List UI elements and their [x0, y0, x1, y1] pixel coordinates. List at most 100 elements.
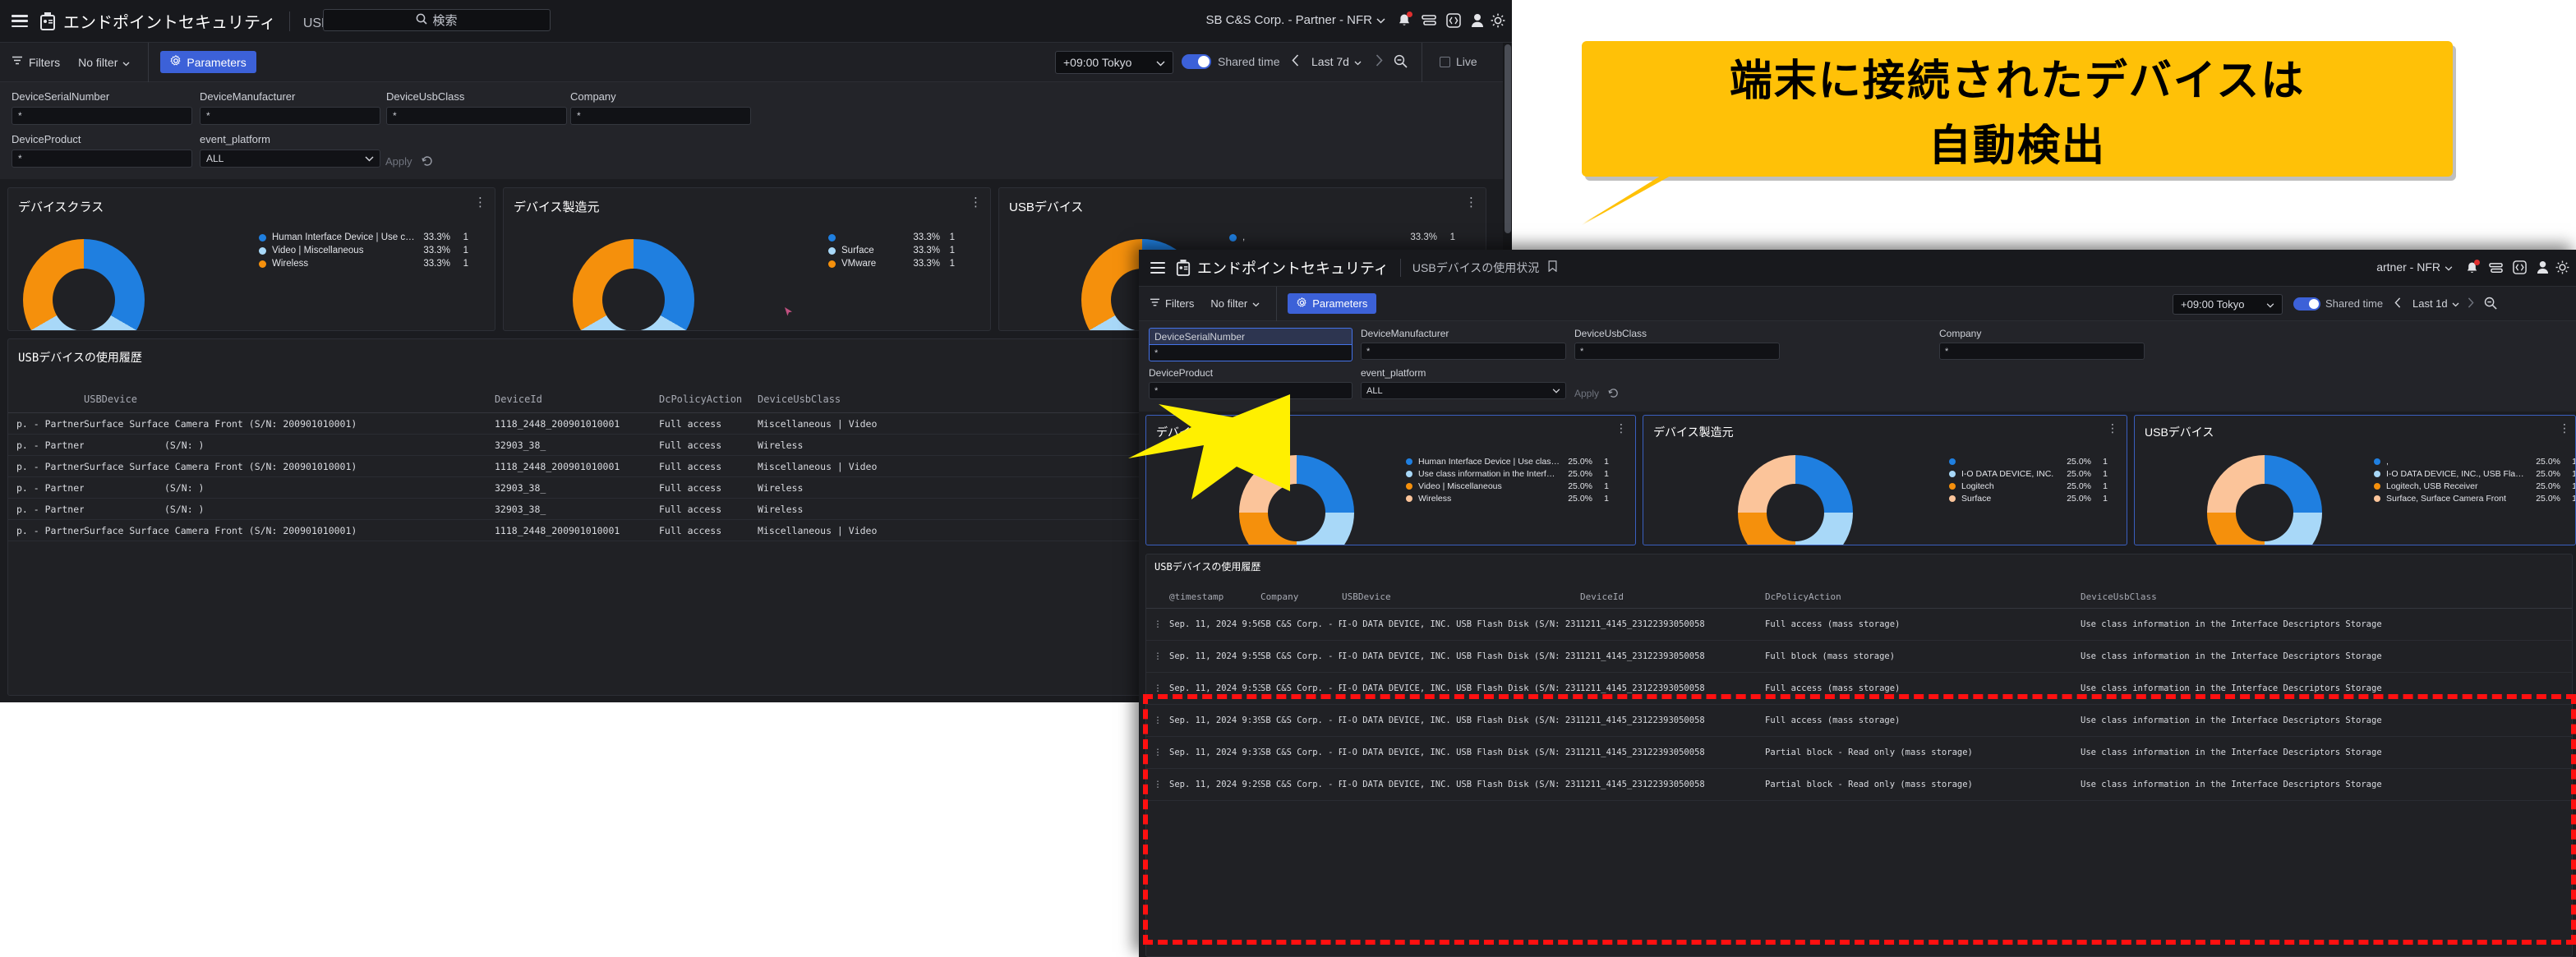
param-input[interactable]: * [1149, 344, 1353, 361]
column-header-timestamp[interactable]: @timestamp [1146, 591, 1260, 602]
timezone-select[interactable]: +09:00 Tokyo [1055, 51, 1173, 74]
table-row[interactable]: ⋮ Sep. 11, 2024 9:55:17.160 SB C&S Corp.… [1146, 641, 2572, 673]
row-menu-icon[interactable]: ⋮ [1146, 780, 1169, 789]
reset-icon[interactable] [1608, 388, 1620, 403]
hamburger-icon[interactable] [12, 15, 28, 27]
filter-icon[interactable] [1150, 297, 1160, 311]
bookmark-icon[interactable] [1548, 260, 1557, 276]
notifications-bell-icon[interactable] [2465, 260, 2480, 276]
legend-item[interactable]: Logitech 25.0% 1 [1949, 480, 2126, 492]
param-select[interactable]: ALL [200, 150, 380, 168]
param-input[interactable]: * [570, 107, 751, 125]
filter-icon[interactable] [12, 55, 23, 70]
donut-chart[interactable] [2207, 455, 2322, 545]
hamburger-icon[interactable] [1150, 262, 1165, 274]
prev-range-button[interactable] [2394, 297, 2401, 312]
column-header-usbdevice[interactable]: USBDevice [1342, 591, 1580, 602]
table-row[interactable]: ⋮ Sep. 11, 2024 9:56:47.930 SB C&S Corp.… [1146, 609, 2572, 641]
donut-chart[interactable] [23, 239, 145, 330]
param-input[interactable]: * [12, 150, 192, 168]
legend-item[interactable]: , 25.0% 1 [2374, 455, 2575, 467]
param-input[interactable]: * [386, 107, 567, 125]
table-row[interactable]: ⋮ Sep. 11, 2024 9:39:08.136 SB C&S Corp.… [1146, 705, 2572, 737]
legend-item[interactable]: Use class information in the Interface D… [1406, 467, 1632, 480]
user-icon[interactable] [1471, 13, 1484, 28]
account-switcher[interactable]: SB C&S Corp. - Partner - NFR [1205, 13, 1385, 27]
column-header-dcpolicyaction[interactable]: DcPolicyAction [1765, 591, 2081, 602]
legend-item[interactable]: I-O DATA DEVICE, INC. 25.0% 1 [1949, 467, 2126, 480]
reset-icon[interactable] [422, 155, 434, 171]
scrollbar-thumb[interactable] [1504, 44, 1511, 233]
column-header-deviceusbclass[interactable]: DeviceUsbClass [2081, 591, 2393, 602]
notifications-bell-icon[interactable] [1397, 12, 1412, 29]
parameters-button[interactable]: Parameters [160, 51, 256, 73]
row-menu-icon[interactable]: ⋮ [1146, 683, 1169, 693]
live-checkbox[interactable]: Live [1440, 55, 1477, 68]
legend-item[interactable]: VMware 33.3% 1 [828, 257, 984, 270]
column-header-usbdevice[interactable]: USBDevice [84, 393, 495, 405]
sun-icon[interactable] [2555, 260, 2569, 274]
kebab-menu-icon[interactable]: ⋮ [2559, 422, 2570, 434]
code-icon[interactable] [2513, 260, 2527, 274]
legend-item[interactable]: Human Interface Device | Use class infor… [259, 231, 489, 244]
param-input[interactable]: * [12, 107, 192, 125]
legend-item[interactable]: Human Interface Device | Use class infor… [1406, 455, 1632, 467]
legend-item[interactable]: I-O DATA DEVICE, INC., USB Flash Disk 25… [2374, 467, 2575, 480]
time-range-dropdown[interactable]: Last 7d [1311, 55, 1362, 68]
user-icon[interactable] [2537, 260, 2549, 274]
param-input[interactable]: * [200, 107, 380, 125]
legend-item[interactable]: Surface 33.3% 1 [828, 244, 984, 257]
dashboard-name[interactable]: USBデバイスの使用状況 [1412, 260, 1539, 276]
column-header-deviceid[interactable]: DeviceId [495, 393, 659, 405]
sun-icon[interactable] [1491, 13, 1505, 28]
timezone-select[interactable]: +09:00 Tokyo [2173, 294, 2283, 315]
legend-item[interactable]: Logitech, USB Receiver 25.0% 1 [2374, 480, 2575, 492]
no-filter-dropdown[interactable]: No filter [78, 56, 130, 69]
list-icon[interactable] [1422, 13, 1436, 28]
next-range-button[interactable] [1376, 54, 1383, 71]
time-range-dropdown[interactable]: Last 1d [2412, 297, 2459, 310]
zoom-out-icon[interactable] [2484, 297, 2497, 314]
shared-time-toggle[interactable] [1182, 54, 1211, 69]
donut-chart[interactable] [1738, 455, 1853, 545]
legend-item[interactable]: Wireless 33.3% 1 [259, 257, 489, 270]
account-switcher[interactable]: artner - NFR [2376, 260, 2453, 274]
param-input[interactable]: * [1361, 343, 1566, 360]
legend-item[interactable]: Surface 25.0% 1 [1949, 492, 2126, 504]
row-menu-icon[interactable]: ⋮ [1146, 619, 1169, 629]
parameters-button[interactable]: Parameters [1288, 293, 1377, 314]
code-icon[interactable] [1446, 13, 1461, 28]
param-select[interactable]: ALL [1361, 382, 1566, 399]
prev-range-button[interactable] [1292, 54, 1299, 71]
row-menu-icon[interactable]: ⋮ [1146, 748, 1169, 757]
list-icon[interactable] [2489, 261, 2503, 274]
next-range-button[interactable] [2468, 297, 2474, 312]
donut-chart[interactable] [573, 239, 694, 330]
legend-item[interactable]: 33.3% 1 [828, 231, 984, 244]
legend-item[interactable]: , 33.3% 1 [1229, 231, 1476, 244]
legend-item[interactable]: 25.0% 1 [1949, 455, 2126, 467]
table-row[interactable]: ⋮ Sep. 11, 2024 9:29:50.934 SB C&S Corp.… [1146, 769, 2572, 801]
legend-item[interactable]: Video | Miscellaneous 25.0% 1 [1406, 480, 1632, 492]
kebab-menu-icon[interactable]: ⋮ [2107, 422, 2118, 434]
shared-time-toggle[interactable] [2293, 297, 2320, 311]
column-header-dcpolicyaction[interactable]: DcPolicyAction [659, 393, 758, 405]
table-row[interactable]: ⋮ Sep. 11, 2024 9:53:19.903 SB C&S Corp.… [1146, 673, 2572, 705]
filters-label[interactable]: Filters [29, 56, 60, 69]
legend-item[interactable]: Surface, Surface Camera Front 25.0% 1 [2374, 492, 2575, 504]
kebab-menu-icon[interactable]: ⋮ [474, 196, 486, 209]
no-filter-dropdown[interactable]: No filter [1210, 297, 1260, 310]
apply-button[interactable]: Apply [385, 155, 412, 168]
row-menu-icon[interactable]: ⋮ [1146, 651, 1169, 661]
column-header-deviceusbclass[interactable]: DeviceUsbClass [758, 393, 1004, 405]
column-header-company[interactable]: Company [1260, 591, 1342, 602]
param-input[interactable]: * [1574, 343, 1780, 360]
column-header-deviceid[interactable]: DeviceId [1580, 591, 1765, 602]
param-input[interactable]: * [1939, 343, 2145, 360]
legend-item[interactable]: Video | Miscellaneous 33.3% 1 [259, 244, 489, 257]
row-menu-icon[interactable]: ⋮ [1146, 715, 1169, 725]
kebab-menu-icon[interactable]: ⋮ [970, 196, 982, 209]
search-input[interactable]: 検索 [323, 9, 551, 31]
table-row[interactable]: ⋮ Sep. 11, 2024 9:37:32.269 SB C&S Corp.… [1146, 737, 2572, 769]
legend-item[interactable]: Wireless 25.0% 1 [1406, 492, 1632, 504]
